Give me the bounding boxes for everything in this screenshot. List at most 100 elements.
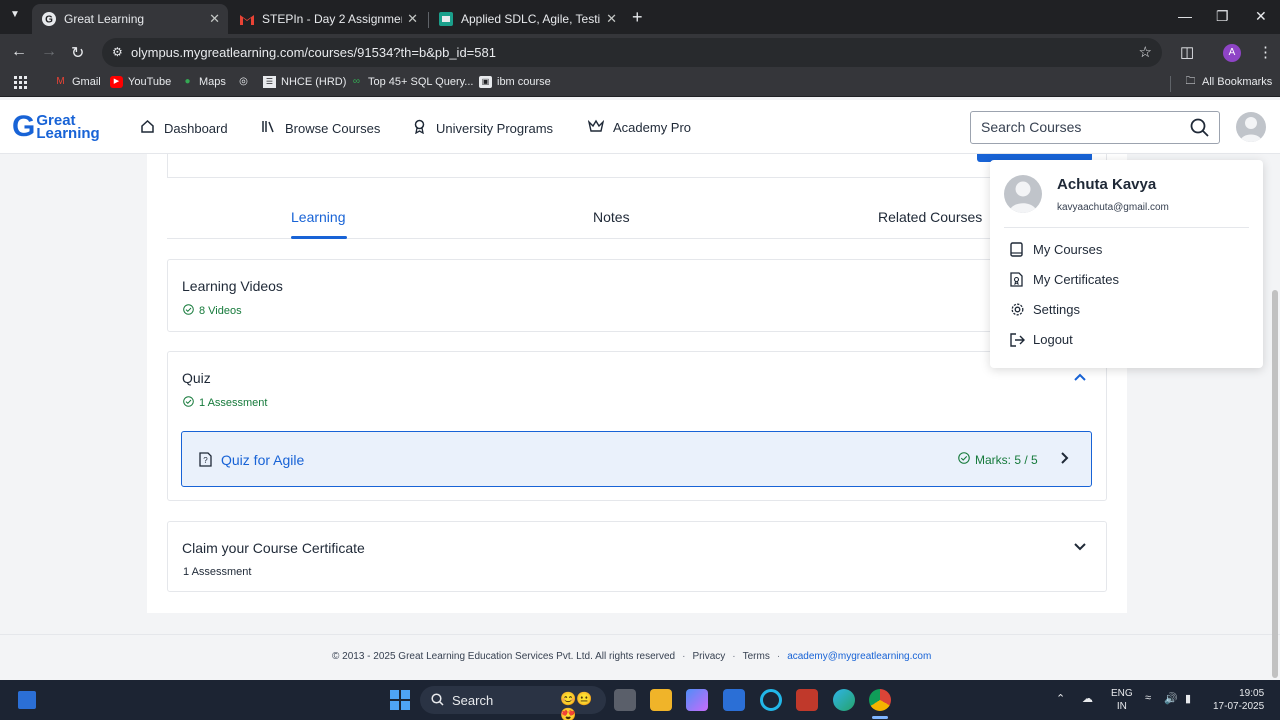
browser-tab-bar: ▼ G Great Learning ✕ STEPIn - Day 2 Assi… [0, 0, 1280, 34]
widgets-icon[interactable] [18, 691, 36, 709]
browser-tab-stepin[interactable]: STEPIn - Day 2 Assignment - ka ✕ [230, 4, 426, 34]
tab-related-courses[interactable]: Related Courses [878, 209, 982, 225]
bookmark-sql[interactable]: ∞ Top 45+ SQL Query... [350, 76, 474, 88]
browser-profile-avatar[interactable]: A [1223, 44, 1241, 62]
browser-tab-applied-sdlc[interactable]: Applied SDLC, Agile, Testing me ✕ [429, 4, 625, 34]
certificate-section[interactable]: Claim your Course Certificate 1 Assessme… [167, 521, 1107, 592]
course-banner-bottom [167, 154, 1107, 178]
learning-videos-section[interactable]: Learning Videos 8 Videos [167, 259, 1107, 332]
forward-icon[interactable]: → [41, 43, 57, 61]
tab-list-chevron-icon[interactable]: ▼ [10, 9, 20, 20]
copilot-icon[interactable] [686, 689, 708, 711]
active-app-indicator [872, 716, 888, 719]
bookmark-nhce[interactable]: ☰ NHCE (HRD) [263, 76, 346, 88]
youtube-icon: ▶ [110, 76, 123, 88]
close-tab-icon[interactable]: ✕ [407, 11, 418, 27]
restore-icon[interactable]: ❐ [1216, 8, 1229, 25]
close-window-icon[interactable]: ✕ [1255, 8, 1267, 25]
address-bar[interactable]: ⚙ olympus.mygreatlearning.com/courses/91… [102, 38, 1162, 67]
show-hidden-icons-icon[interactable]: ⌃ [1056, 692, 1065, 705]
menu-logout[interactable]: Logout [1010, 332, 1073, 347]
new-tab-icon[interactable]: + [632, 7, 643, 28]
nav-dashboard[interactable]: Dashboard [140, 119, 228, 137]
browser-menu-icon[interactable]: ⋮ [1258, 43, 1273, 61]
tab-notes[interactable]: Notes [593, 209, 630, 225]
quiz-item-agile[interactable]: ? Quiz for Agile Marks: 5 / 5 [181, 431, 1092, 487]
user-avatar-button[interactable] [1236, 112, 1266, 142]
back-icon[interactable]: ← [11, 43, 27, 61]
nav-university-programs[interactable]: University Programs [412, 119, 553, 137]
terms-link[interactable]: Terms [743, 651, 770, 662]
page-icon: ☰ [263, 76, 276, 88]
nav-browse-courses[interactable]: Browse Courses [261, 119, 380, 137]
bookmark-gmail[interactable]: M Gmail [54, 76, 100, 88]
certificate-icon [1010, 272, 1026, 287]
bookmark-globe[interactable]: ◎ [237, 76, 255, 88]
search-icon[interactable] [1190, 118, 1209, 142]
bookmark-youtube[interactable]: ▶ YouTube [110, 76, 171, 88]
tab-learning[interactable]: Learning [291, 209, 346, 225]
volume-icon[interactable]: 🔊 [1164, 692, 1178, 705]
apps-grid-icon[interactable] [14, 76, 28, 90]
bookmark-star-icon[interactable]: ☆ [1139, 43, 1152, 61]
close-tab-icon[interactable]: ✕ [209, 11, 220, 27]
nav-academy-pro[interactable]: Academy Pro [587, 119, 691, 136]
section-title: Learning Videos [182, 278, 283, 294]
email-link[interactable]: academy@mygreatlearning.com [787, 651, 931, 662]
chevron-up-icon[interactable] [1073, 370, 1087, 389]
store-icon[interactable] [723, 689, 745, 711]
task-view-icon[interactable] [614, 689, 636, 711]
sheets-favicon-icon [439, 12, 453, 26]
ibm-icon: ▣ [479, 76, 492, 88]
dropdown-divider [1004, 227, 1249, 228]
library-icon [261, 119, 276, 137]
quiz-name[interactable]: Quiz for Agile [221, 452, 304, 468]
chevron-down-icon[interactable] [1073, 540, 1087, 559]
award-icon [412, 119, 427, 137]
reload-icon[interactable]: ↻ [71, 43, 84, 63]
all-bookmarks[interactable]: 🗀 All Bookmarks [1184, 76, 1273, 88]
wifi-icon[interactable]: ≈ [1145, 692, 1151, 704]
great-learning-favicon-icon: G [42, 12, 56, 26]
search-input[interactable] [981, 119, 1181, 135]
gear-icon [1010, 302, 1026, 317]
bookmark-maps[interactable]: ● Maps [181, 76, 225, 88]
footer-line: © 2013 - 2025 Great Learning Education S… [332, 651, 932, 662]
privacy-link[interactable]: Privacy [692, 651, 725, 662]
menu-settings[interactable]: Settings [1010, 302, 1080, 317]
crown-icon [587, 119, 605, 136]
windows-start-icon[interactable] [390, 690, 410, 710]
search-courses-box[interactable] [970, 111, 1220, 144]
page-scrollbar[interactable] [1272, 290, 1278, 678]
great-learning-logo[interactable]: G Great Learning [12, 112, 100, 142]
menu-my-courses[interactable]: My Courses [1010, 242, 1102, 257]
content-tabs: Learning Notes Related Courses [167, 198, 1107, 239]
mcafee-icon[interactable] [796, 689, 818, 711]
network-alert-icon[interactable]: ☁ [1082, 692, 1093, 705]
chrome-icon[interactable] [869, 689, 891, 711]
close-tab-icon[interactable]: ✕ [606, 11, 617, 27]
browser-tab-great-learning[interactable]: G Great Learning ✕ [32, 4, 228, 34]
section-meta: 1 Assessment [183, 566, 252, 578]
taskbar-search[interactable]: Search 😊😐😍 [420, 686, 606, 720]
minimize-icon[interactable]: — [1178, 8, 1192, 24]
maps-pin-icon: ● [184, 76, 191, 87]
extensions-icon[interactable]: ◫ [1180, 43, 1194, 61]
tab-title: STEPIn - Day 2 Assignment - ka [262, 12, 402, 26]
file-explorer-icon[interactable] [650, 689, 672, 711]
bookmarks-divider [1170, 76, 1171, 92]
language-indicator[interactable]: ENG IN [1111, 687, 1133, 713]
menu-my-certificates[interactable]: My Certificates [1010, 272, 1119, 287]
user-name: Achuta Kavya [1057, 176, 1157, 193]
url-text[interactable]: olympus.mygreatlearning.com/courses/9153… [131, 45, 496, 60]
cortana-icon[interactable] [760, 689, 782, 711]
section-title: Quiz [182, 370, 211, 386]
battery-icon[interactable]: ▮ [1185, 692, 1191, 705]
site-info-icon[interactable]: ⚙ [112, 45, 123, 59]
bookmark-ibm[interactable]: ▣ ibm course [479, 76, 551, 88]
check-circle-icon [183, 396, 194, 410]
edge-icon[interactable] [833, 689, 855, 711]
system-clock[interactable]: 19:05 17-07-2025 [1213, 687, 1264, 713]
user-email: kavyaachuta@gmail.com [1057, 202, 1169, 213]
chevron-right-icon[interactable] [1058, 451, 1070, 470]
